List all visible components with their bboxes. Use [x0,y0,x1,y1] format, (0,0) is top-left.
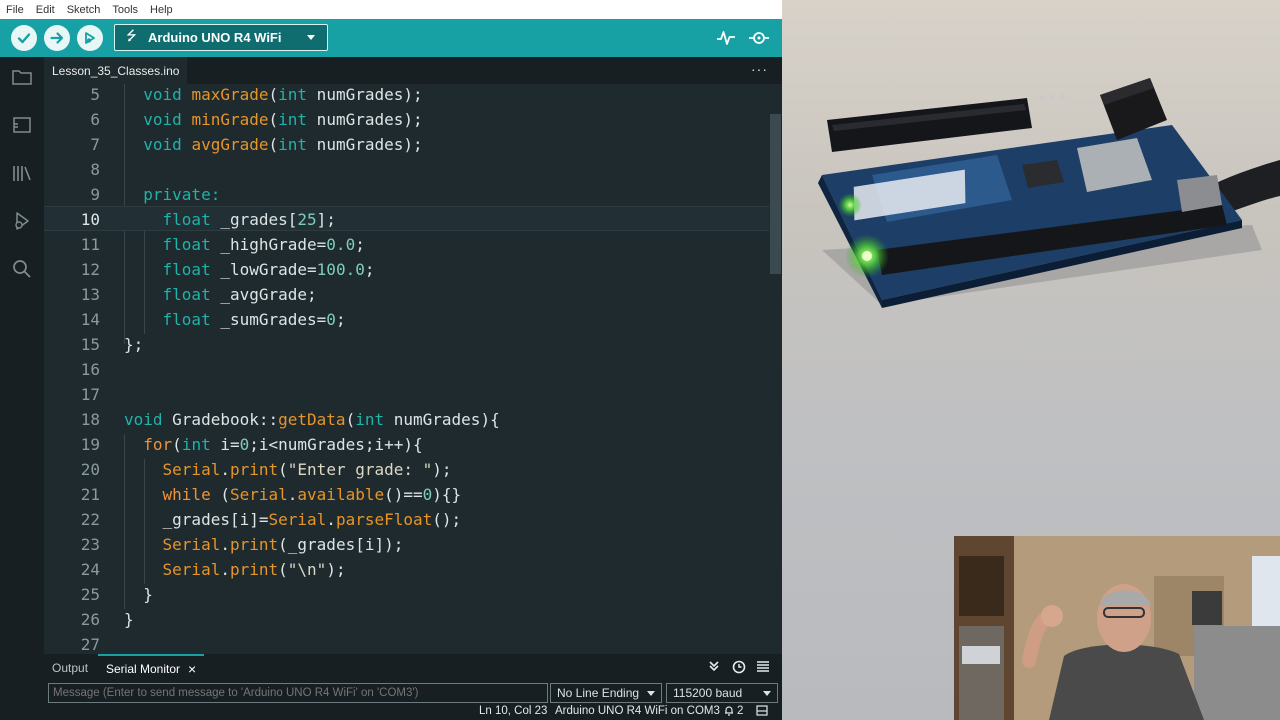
boards-manager-icon [13,117,31,133]
serial-monitor-icon [749,32,769,44]
arduino-board-photo [818,78,1280,308]
chevron-down-icon [647,691,655,696]
upload-button[interactable] [44,25,70,51]
code-line: 17 [80,385,100,404]
code-editor[interactable]: 5 void maxGrade(int numGrades); 6 void m… [44,84,782,654]
activity-sidebar [0,57,44,720]
code-line: 27 [80,635,100,654]
board-name: Arduino UNO R4 WiFi [148,30,282,45]
menu-sketch[interactable]: Sketch [67,4,101,16]
arduino-ide-window: File Edit Sketch Tools Help ⭍ Arduino UN… [0,0,782,720]
code-line: 15}; [80,335,144,354]
code-line-current: 10 float _grades[25]; [44,206,770,231]
code-line: 22 _grades[i]=Serial.parseFloat(); [80,510,462,529]
chevron-down-icon [763,691,771,696]
serial-message-input[interactable] [48,683,548,703]
code-line: 19 for(int i=0;i<numGrades;i++){ [80,435,423,454]
menu-help[interactable]: Help [150,4,173,16]
code-line: 12 float _lowGrade=100.0; [80,260,375,279]
serial-plotter-icon [717,31,735,45]
debug-icon [15,212,29,230]
editor-tab-bar: Lesson_35_Classes.ino ··· [44,57,782,84]
baud-rate-select[interactable]: 115200 baud [666,683,778,703]
status-bar: Ln 10, Col 23 Arduino UNO R4 WiFi on COM… [0,704,782,720]
tab-lesson-35-classes[interactable]: Lesson_35_Classes.ino [44,57,188,84]
code-line: 5 void maxGrade(int numGrades); [90,85,423,104]
serial-plotter-button[interactable] [716,28,736,53]
board-selector[interactable]: ⭍ Arduino UNO R4 WiFi [114,24,328,51]
sketchbook-button[interactable] [10,65,34,89]
checkmark-icon [17,33,31,44]
code-line: 9 private: [90,185,221,204]
debug-icon [85,32,95,44]
notification-bell-icon[interactable] [724,705,734,719]
debug-button[interactable] [77,25,103,51]
library-icon [13,166,31,181]
editor-scrollbar[interactable] [769,84,782,654]
bottom-panel-tabs: Output Serial Monitor × [44,654,782,682]
usb-icon: ⭍ [126,27,137,43]
code-line: 21 while (Serial.available()==0){} [80,485,462,504]
code-line: 11 float _highGrade=0.0; [80,235,365,254]
presenter-webcam-image [954,536,1280,720]
more-actions-button[interactable]: ··· [751,61,768,77]
code-line: 24 Serial.print("\n"); [80,560,346,579]
timestamp-icon[interactable] [732,660,746,677]
arrow-right-icon [50,32,64,44]
code-line: 13 float _avgGrade; [80,285,317,304]
line-ending-select[interactable]: No Line Ending [550,683,662,703]
folder-icon [12,70,32,85]
line-ending-value: No Line Ending [557,686,640,700]
serial-monitor-button[interactable] [748,28,770,53]
menu-bar: File Edit Sketch Tools Help [0,0,782,19]
code-line: 6 void minGrade(int numGrades); [90,110,423,129]
serial-input-row: No Line Ending 115200 baud [44,682,782,704]
code-line: 23 Serial.print(_grades[i]); [80,535,404,554]
autoscroll-icon[interactable] [708,660,720,675]
verify-button[interactable] [11,25,37,51]
code-line: 18 void Gradebook::getData(int numGrades)… [80,410,500,429]
close-icon[interactable]: × [188,661,196,677]
tab-label: Lesson_35_Classes.ino [52,64,180,78]
code-line: 7 void avgGrade(int numGrades); [90,135,423,154]
cursor-position[interactable]: Ln 10, Col 23 [479,705,547,717]
panel-toggle-icon[interactable] [756,705,768,719]
code-line: 25 } [80,585,153,604]
tab-serial-monitor[interactable]: Serial Monitor × [98,654,205,682]
debug-panel-button[interactable] [10,209,34,233]
tab-serial-monitor-label: Serial Monitor [106,662,181,676]
menu-edit[interactable]: Edit [36,4,55,16]
baud-rate-value: 115200 baud [673,686,743,700]
notification-count: 2 [737,705,744,717]
code-line: 16 [80,360,100,379]
code-line: 26} [80,610,134,629]
tab-output[interactable]: Output [52,661,88,675]
library-manager-button[interactable] [10,161,34,185]
search-icon [13,260,31,278]
webcam-inset [954,536,1280,720]
boards-manager-button[interactable] [10,113,34,137]
code-line: 8 [90,160,100,179]
code-line: 20 Serial.print("Enter grade: "); [80,460,452,479]
chevron-down-icon [307,35,315,40]
scrollbar-thumb[interactable] [770,114,781,274]
clear-output-icon[interactable] [756,660,770,675]
search-button[interactable] [10,257,34,281]
board-port-status[interactable]: Arduino UNO R4 WiFi on COM3 [555,705,720,717]
menu-tools[interactable]: Tools [112,4,138,16]
toolbar: ⭍ Arduino UNO R4 WiFi [0,19,782,57]
code-line: 14 float _sumGrades=0; [80,310,346,329]
menu-file[interactable]: File [6,4,24,16]
